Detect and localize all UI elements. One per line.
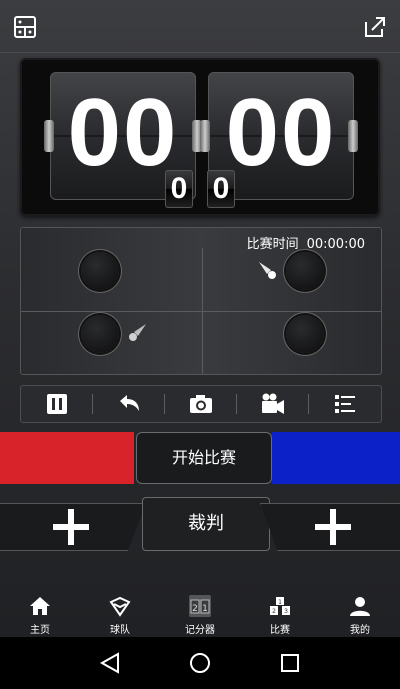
nav-item-profile[interactable]: 我的 [320,589,400,637]
bottom-navigation: 主页 球队 21 记分器 123 比赛 我的 [0,589,400,637]
nav-item-team[interactable]: 球队 [80,589,160,637]
court-diagram: 比赛时间 00:00:00 [20,227,382,375]
home-icon [30,597,50,615]
home-circle-icon[interactable] [188,651,212,675]
card-hinge [200,120,210,152]
card-hinge [44,120,54,152]
player-slot-top-left[interactable] [81,252,119,290]
list-button[interactable] [309,386,381,422]
match-time: 比赛时间 00:00:00 [247,233,365,252]
undo-icon [120,395,139,411]
svg-text:3: 3 [284,608,288,615]
player-slot-top-right[interactable] [286,252,324,290]
svg-text:2: 2 [192,604,198,614]
nav-label: 主页 [30,625,50,636]
court-line [202,248,203,374]
match-icon: 12 3 [270,597,290,615]
team-icon [109,596,131,617]
svg-text:1: 1 [202,604,208,614]
right-games-card: 0 [207,170,235,208]
player-slot-bottom-left[interactable] [81,315,119,353]
start-match-button[interactable]: 开始比赛 [136,432,272,484]
video-icon [262,393,284,414]
list-icon [335,395,355,413]
right-team-color-bar[interactable] [272,432,400,484]
left-add-point-button[interactable] [0,503,146,551]
right-games: 0 [212,172,230,205]
left-games-card: 0 [165,170,193,208]
match-time-value: 00:00:00 [306,237,365,252]
action-toolbar [20,385,382,423]
court-line [21,311,381,312]
svg-text:2: 2 [272,608,276,615]
camera-button[interactable] [165,386,237,422]
nav-item-match[interactable]: 12 3 比赛 [240,589,320,637]
nav-item-scorer[interactable]: 21 记分器 [160,589,240,637]
plus-icon [53,509,89,545]
nav-item-home[interactable]: 主页 [0,589,80,637]
scorer-icon: 21 [189,595,211,617]
recents-icon[interactable] [278,651,302,675]
referee-button[interactable]: 裁判 [142,497,270,551]
back-icon[interactable] [98,651,122,675]
nav-label: 比赛 [270,625,290,636]
nav-label: 球队 [110,625,130,636]
card-hinge [348,120,358,152]
pause-icon [47,394,67,414]
top-bar [0,0,400,53]
video-button[interactable] [237,386,309,422]
player-slot-bottom-right[interactable] [286,315,324,353]
pause-button[interactable] [21,386,93,422]
scoreboard-mode-icon[interactable] [12,14,38,40]
shuttlecock-icon [259,262,276,279]
profile-icon [350,597,370,616]
nav-label: 我的 [350,625,370,636]
camera-icon [190,395,212,413]
share-icon[interactable] [362,14,388,40]
app-root: 00 00 0 0 比赛时间 00:00:00 开始比赛 裁判 主页 球队 2 … [0,0,400,689]
left-games: 0 [170,172,188,205]
plus-icon [315,509,351,545]
system-navigation-bar [0,637,400,689]
undo-button[interactable] [93,386,165,422]
right-add-point-button[interactable] [260,503,400,551]
shuttlecock-icon [129,324,146,341]
left-team-color-bar[interactable] [0,432,134,484]
svg-text:1: 1 [278,599,282,606]
scoreboard: 00 00 0 0 [20,58,380,216]
nav-label: 记分器 [185,625,215,636]
match-time-label: 比赛时间 [246,237,299,252]
